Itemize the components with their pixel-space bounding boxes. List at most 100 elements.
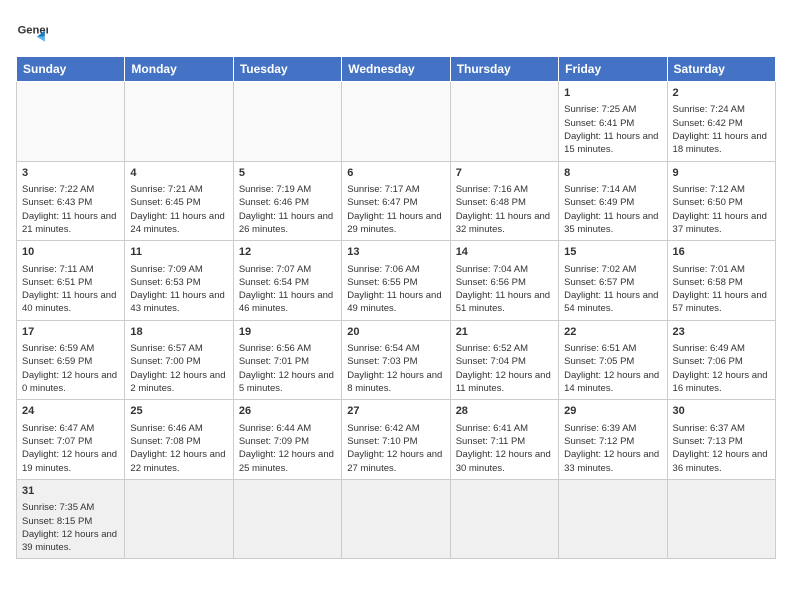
day-number: 12 xyxy=(239,245,336,260)
calendar-day-cell xyxy=(450,479,558,559)
calendar-day-cell: 1Sunrise: 7:25 AM Sunset: 6:41 PM Daylig… xyxy=(559,82,667,162)
logo: General xyxy=(16,16,52,48)
day-number: 23 xyxy=(673,325,770,340)
calendar-day-cell xyxy=(342,479,450,559)
weekday-header: Sunday xyxy=(17,57,125,82)
day-number: 17 xyxy=(22,325,119,340)
calendar-body: 1Sunrise: 7:25 AM Sunset: 6:41 PM Daylig… xyxy=(17,82,776,559)
day-number: 31 xyxy=(22,484,119,499)
day-number: 7 xyxy=(456,166,553,181)
calendar-week-row: 17 Sunrise: 6:59 AM Sunset: 6:59 PM Dayli… xyxy=(17,320,776,400)
logo-icon: General xyxy=(16,16,48,48)
day-info: Sunrise: 7:04 AM Sunset: 6:56 PM Dayligh… xyxy=(456,263,553,316)
weekday-header: Thursday xyxy=(450,57,558,82)
day-number: 4 xyxy=(130,166,227,181)
day-info: Sunrise: 7:22 AM Sunset: 6:43 PM Dayligh… xyxy=(22,183,119,236)
calendar-day-cell xyxy=(233,479,341,559)
day-number: 24 xyxy=(22,404,119,419)
day-number: 15 xyxy=(564,245,661,260)
weekday-header: Friday xyxy=(559,57,667,82)
day-number: 1 xyxy=(564,86,661,101)
day-info: Sunrise: 7:06 AM Sunset: 6:55 PM Dayligh… xyxy=(347,263,444,316)
day-info: Sunrise: 6:46 AM Sunset: 7:08 PM Dayligh… xyxy=(130,422,227,475)
day-info: Sunrise: 7:14 AM Sunset: 6:49 PM Dayligh… xyxy=(564,183,661,236)
calendar-day-cell xyxy=(125,82,233,162)
day-info: Sunrise: 7:16 AM Sunset: 6:48 PM Dayligh… xyxy=(456,183,553,236)
day-number: 6 xyxy=(347,166,444,181)
calendar-header: SundayMondayTuesdayWednesdayThursdayFrid… xyxy=(17,57,776,82)
day-info: Sunrise: 7:07 AM Sunset: 6:54 PM Dayligh… xyxy=(239,263,336,316)
day-number: 30 xyxy=(673,404,770,419)
day-number: 28 xyxy=(456,404,553,419)
calendar-day-cell: 12 Sunrise: 7:07 AM Sunset: 6:54 PM Dayli… xyxy=(233,241,341,321)
calendar-day-cell: 28 Sunrise: 6:41 AM Sunset: 7:11 PM Dayli… xyxy=(450,400,558,480)
day-number: 8 xyxy=(564,166,661,181)
calendar-day-cell: 9Sunrise: 7:12 AM Sunset: 6:50 PM Daylig… xyxy=(667,161,775,241)
day-number: 2 xyxy=(673,86,770,101)
day-number: 13 xyxy=(347,245,444,260)
calendar-day-cell: 3 Sunrise: 7:22 AM Sunset: 6:43 PM Daylig… xyxy=(17,161,125,241)
calendar-day-cell: 4 Sunrise: 7:21 AM Sunset: 6:45 PM Daylig… xyxy=(125,161,233,241)
day-info: Sunrise: 7:35 AM Sunset: 8:15 PM Dayligh… xyxy=(22,501,119,554)
calendar-day-cell xyxy=(17,82,125,162)
day-info: Sunrise: 7:19 AM Sunset: 6:46 PM Dayligh… xyxy=(239,183,336,236)
calendar-day-cell: 18 Sunrise: 6:57 AM Sunset: 7:00 PM Dayli… xyxy=(125,320,233,400)
day-number: 9 xyxy=(673,166,770,181)
calendar-day-cell: 30Sunrise: 6:37 AM Sunset: 7:13 PM Dayli… xyxy=(667,400,775,480)
calendar-day-cell: 20 Sunrise: 6:54 AM Sunset: 7:03 PM Dayli… xyxy=(342,320,450,400)
calendar-day-cell xyxy=(450,82,558,162)
day-number: 10 xyxy=(22,245,119,260)
calendar-day-cell: 22Sunrise: 6:51 AM Sunset: 7:05 PM Dayli… xyxy=(559,320,667,400)
calendar-day-cell xyxy=(559,479,667,559)
calendar-day-cell xyxy=(667,479,775,559)
day-number: 11 xyxy=(130,245,227,260)
day-number: 20 xyxy=(347,325,444,340)
day-number: 27 xyxy=(347,404,444,419)
calendar-day-cell: 14 Sunrise: 7:04 AM Sunset: 6:56 PM Dayli… xyxy=(450,241,558,321)
day-number: 19 xyxy=(239,325,336,340)
day-info: Sunrise: 6:41 AM Sunset: 7:11 PM Dayligh… xyxy=(456,422,553,475)
calendar-week-row: 10 Sunrise: 7:11 AM Sunset: 6:51 PM Dayli… xyxy=(17,241,776,321)
day-info: Sunrise: 6:49 AM Sunset: 7:06 PM Dayligh… xyxy=(673,342,770,395)
calendar-day-cell: 13 Sunrise: 7:06 AM Sunset: 6:55 PM Dayli… xyxy=(342,241,450,321)
day-info: Sunrise: 6:47 AM Sunset: 7:07 PM Dayligh… xyxy=(22,422,119,475)
weekday-header: Tuesday xyxy=(233,57,341,82)
day-number: 18 xyxy=(130,325,227,340)
calendar-day-cell: 5 Sunrise: 7:19 AM Sunset: 6:46 PM Daylig… xyxy=(233,161,341,241)
weekday-row: SundayMondayTuesdayWednesdayThursdayFrid… xyxy=(17,57,776,82)
day-info: Sunrise: 7:11 AM Sunset: 6:51 PM Dayligh… xyxy=(22,263,119,316)
calendar-day-cell xyxy=(233,82,341,162)
day-info: Sunrise: 6:52 AM Sunset: 7:04 PM Dayligh… xyxy=(456,342,553,395)
day-number: 14 xyxy=(456,245,553,260)
day-info: Sunrise: 6:44 AM Sunset: 7:09 PM Dayligh… xyxy=(239,422,336,475)
day-info: Sunrise: 7:24 AM Sunset: 6:42 PM Dayligh… xyxy=(673,103,770,156)
calendar-day-cell: 6Sunrise: 7:17 AM Sunset: 6:47 PM Daylig… xyxy=(342,161,450,241)
day-info: Sunrise: 6:59 AM Sunset: 6:59 PM Dayligh… xyxy=(22,342,119,395)
day-info: Sunrise: 7:09 AM Sunset: 6:53 PM Dayligh… xyxy=(130,263,227,316)
day-info: Sunrise: 7:02 AM Sunset: 6:57 PM Dayligh… xyxy=(564,263,661,316)
calendar-day-cell xyxy=(125,479,233,559)
calendar-week-row: 1Sunrise: 7:25 AM Sunset: 6:41 PM Daylig… xyxy=(17,82,776,162)
day-info: Sunrise: 6:42 AM Sunset: 7:10 PM Dayligh… xyxy=(347,422,444,475)
day-number: 25 xyxy=(130,404,227,419)
day-number: 3 xyxy=(22,166,119,181)
calendar-day-cell: 26Sunrise: 6:44 AM Sunset: 7:09 PM Dayli… xyxy=(233,400,341,480)
day-info: Sunrise: 7:21 AM Sunset: 6:45 PM Dayligh… xyxy=(130,183,227,236)
day-number: 5 xyxy=(239,166,336,181)
day-number: 29 xyxy=(564,404,661,419)
calendar-week-row: 24 Sunrise: 6:47 AM Sunset: 7:07 PM Dayli… xyxy=(17,400,776,480)
day-info: Sunrise: 6:57 AM Sunset: 7:00 PM Dayligh… xyxy=(130,342,227,395)
day-info: Sunrise: 6:54 AM Sunset: 7:03 PM Dayligh… xyxy=(347,342,444,395)
day-number: 21 xyxy=(456,325,553,340)
calendar-day-cell: 27 Sunrise: 6:42 AM Sunset: 7:10 PM Dayli… xyxy=(342,400,450,480)
calendar-day-cell: 10 Sunrise: 7:11 AM Sunset: 6:51 PM Dayli… xyxy=(17,241,125,321)
calendar-day-cell: 31 Sunrise: 7:35 AM Sunset: 8:15 PM Dayli… xyxy=(17,479,125,559)
calendar-week-row: 3 Sunrise: 7:22 AM Sunset: 6:43 PM Daylig… xyxy=(17,161,776,241)
weekday-header: Monday xyxy=(125,57,233,82)
calendar-day-cell: 24 Sunrise: 6:47 AM Sunset: 7:07 PM Dayli… xyxy=(17,400,125,480)
weekday-header: Saturday xyxy=(667,57,775,82)
calendar-day-cell: 23 Sunrise: 6:49 AM Sunset: 7:06 PM Dayli… xyxy=(667,320,775,400)
calendar-day-cell: 19Sunrise: 6:56 AM Sunset: 7:01 PM Dayli… xyxy=(233,320,341,400)
calendar-day-cell: 16Sunrise: 7:01 AM Sunset: 6:58 PM Dayli… xyxy=(667,241,775,321)
calendar-day-cell: 15 Sunrise: 7:02 AM Sunset: 6:57 PM Dayli… xyxy=(559,241,667,321)
